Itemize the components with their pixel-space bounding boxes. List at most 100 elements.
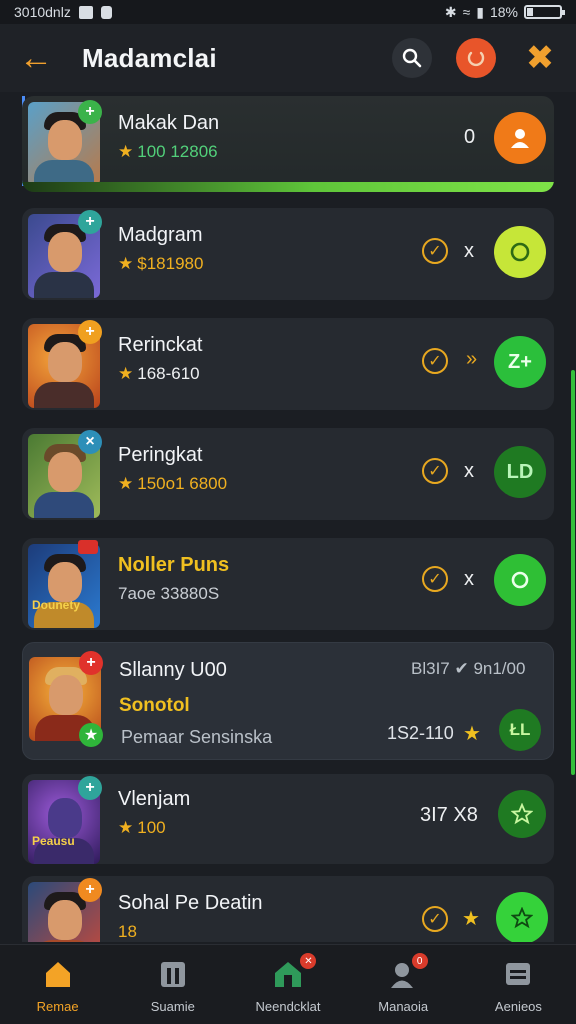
scrollbar[interactable] [571, 370, 575, 775]
plus-badge-icon: + [78, 878, 102, 902]
arrow-left-icon[interactable]: ← [16, 38, 56, 78]
flag-badge-icon [78, 540, 98, 554]
trailing-value: » [466, 348, 478, 370]
player-score: 1S2-110 [387, 723, 454, 743]
star-icon: ★ [463, 723, 481, 745]
nav-item-menu[interactable]: Aenieos [461, 945, 576, 1024]
list-item[interactable]: + Makak Dan ★ 100 12806 0 [22, 96, 554, 192]
nav-label: Remae [36, 999, 79, 1014]
player-name: Rerinckat [118, 334, 203, 356]
trailing-value: x [464, 568, 474, 590]
page-title: Madamclai [82, 42, 217, 73]
nav-label: Suamie [150, 999, 195, 1014]
star-button[interactable] [496, 892, 548, 942]
plus-badge-icon: + [78, 320, 102, 344]
list-item[interactable]: + Sohal Pe Deatin 18 ✓ ★ [22, 876, 554, 942]
list-item[interactable]: + Rerinckat ★ 168-610 ✓ » Z+ [22, 318, 554, 410]
plus-badge-icon: + [78, 210, 102, 234]
trailing-value: 0 [464, 126, 476, 148]
plus-badge-icon: + [78, 776, 102, 800]
search-button[interactable] [392, 38, 432, 78]
profile-button[interactable] [494, 112, 546, 164]
player-score: ★ $181980 [118, 254, 204, 273]
check-icon[interactable]: ✓ [422, 906, 448, 932]
image-icon [78, 5, 93, 19]
star-icon [511, 803, 533, 825]
player-subtitle: Sonotol [119, 695, 190, 716]
player-name: Sllanny U00 [119, 659, 227, 681]
refresh-button[interactable] [494, 226, 546, 278]
wifi-icon: ≈ [462, 4, 471, 20]
star-icon: ★ [118, 474, 134, 493]
camera-icon [511, 571, 529, 589]
player-score: ★ 100 [118, 818, 166, 837]
avatar-caption: Peausu [32, 834, 75, 848]
player-name: Sohal Pe Deatin [118, 892, 263, 914]
bluetooth-icon: ✱ [444, 3, 457, 20]
home-icon [41, 957, 75, 991]
nav-label: Neendcklat [255, 999, 321, 1014]
search-icon [402, 48, 422, 68]
player-score: 7aoe 33880S [118, 584, 220, 603]
star-icon [511, 907, 533, 929]
star-button[interactable] [498, 790, 546, 838]
check-icon[interactable]: ✓ [422, 348, 448, 374]
star-icon: ★ [118, 142, 134, 161]
close-icon[interactable]: ✖ [520, 38, 560, 78]
star-icon: ★ [118, 818, 134, 837]
player-detail: Pemaar Sensinska [121, 727, 273, 747]
plus-badge-icon: + [78, 100, 102, 124]
player-score: ★ 100 12806 [118, 142, 218, 161]
rank-button[interactable]: ŁL [499, 709, 541, 751]
player-name: Vlenjam [118, 788, 191, 810]
building-icon [156, 957, 190, 991]
camera-button[interactable] [494, 554, 546, 606]
user-icon [511, 129, 529, 148]
player-name: Noller Puns [118, 554, 230, 576]
list-item[interactable]: Dounety Noller Puns 7aoe 33880S ✓ x [22, 538, 554, 630]
nav-item-suamie[interactable]: Suamie [115, 945, 230, 1024]
plus-badge-icon: + [79, 651, 103, 675]
trailing-value: x [464, 240, 474, 262]
battery-percent: 18% [489, 4, 518, 20]
star-icon: ★ [462, 908, 480, 930]
player-stats: Bl3I7 ✔ 9n1/00 [411, 659, 526, 678]
signal-icon: ▮ [476, 3, 484, 20]
nav-label: Manaoia [378, 999, 429, 1014]
trailing-value: 3I7 X8 [420, 804, 478, 826]
check-icon[interactable]: ✓ [422, 238, 448, 264]
player-score: 18 [118, 922, 137, 941]
player-name: Makak Dan [118, 112, 220, 134]
list-item[interactable]: + Madgram ★ $181980 ✓ x [22, 208, 554, 300]
bottom-nav: Remae Suamie ✕ Neendcklat 0 Manaoia Aeni… [0, 944, 576, 1024]
nav-item-store[interactable]: ✕ Neendcklat [230, 945, 345, 1024]
menu-icon [501, 957, 535, 991]
star-icon: ★ [118, 254, 134, 273]
power-button[interactable] [456, 38, 496, 78]
check-icon[interactable]: ✓ [422, 458, 448, 484]
close-badge-icon: × [78, 430, 102, 454]
list-item-expanded[interactable]: + ★ Sllanny U00 Sonotol Pemaar Sensinska… [22, 642, 554, 760]
list-item[interactable]: Peausu + Vlenjam ★ 100 3I7 X8 [22, 774, 554, 864]
lock-icon [100, 5, 112, 19]
app-header: ← Madamclai ✖ [0, 24, 576, 92]
star-badge-icon: ★ [79, 723, 103, 747]
notification-badge: ✕ [300, 953, 317, 969]
rank-button[interactable]: Z+ [494, 336, 546, 388]
list-item[interactable]: × Peringkat ★ 150o1 6800 ✓ x LD [22, 428, 554, 520]
player-name: Madgram [118, 224, 203, 246]
player-name: Peringkat [118, 444, 203, 466]
status-bar: 3010dnlz ✱ ≈ ▮ 18% [0, 0, 576, 24]
refresh-icon [510, 242, 530, 262]
nav-item-home[interactable]: Remae [0, 945, 115, 1024]
nav-label: Aenieos [494, 999, 542, 1014]
player-score: ★ 168-610 [118, 364, 200, 383]
avatar: Dounety [28, 544, 100, 628]
nav-item-profile[interactable]: 0 Manaoia [346, 945, 461, 1024]
rank-button[interactable]: LD [494, 446, 546, 498]
leaderboard-list: + Makak Dan ★ 100 12806 0 + Madgram ★ $181… [22, 96, 554, 942]
power-icon [467, 51, 485, 67]
carrier-label: 3010dnlz [14, 4, 71, 20]
check-icon[interactable]: ✓ [422, 566, 448, 592]
notification-badge: 0 [411, 953, 428, 969]
